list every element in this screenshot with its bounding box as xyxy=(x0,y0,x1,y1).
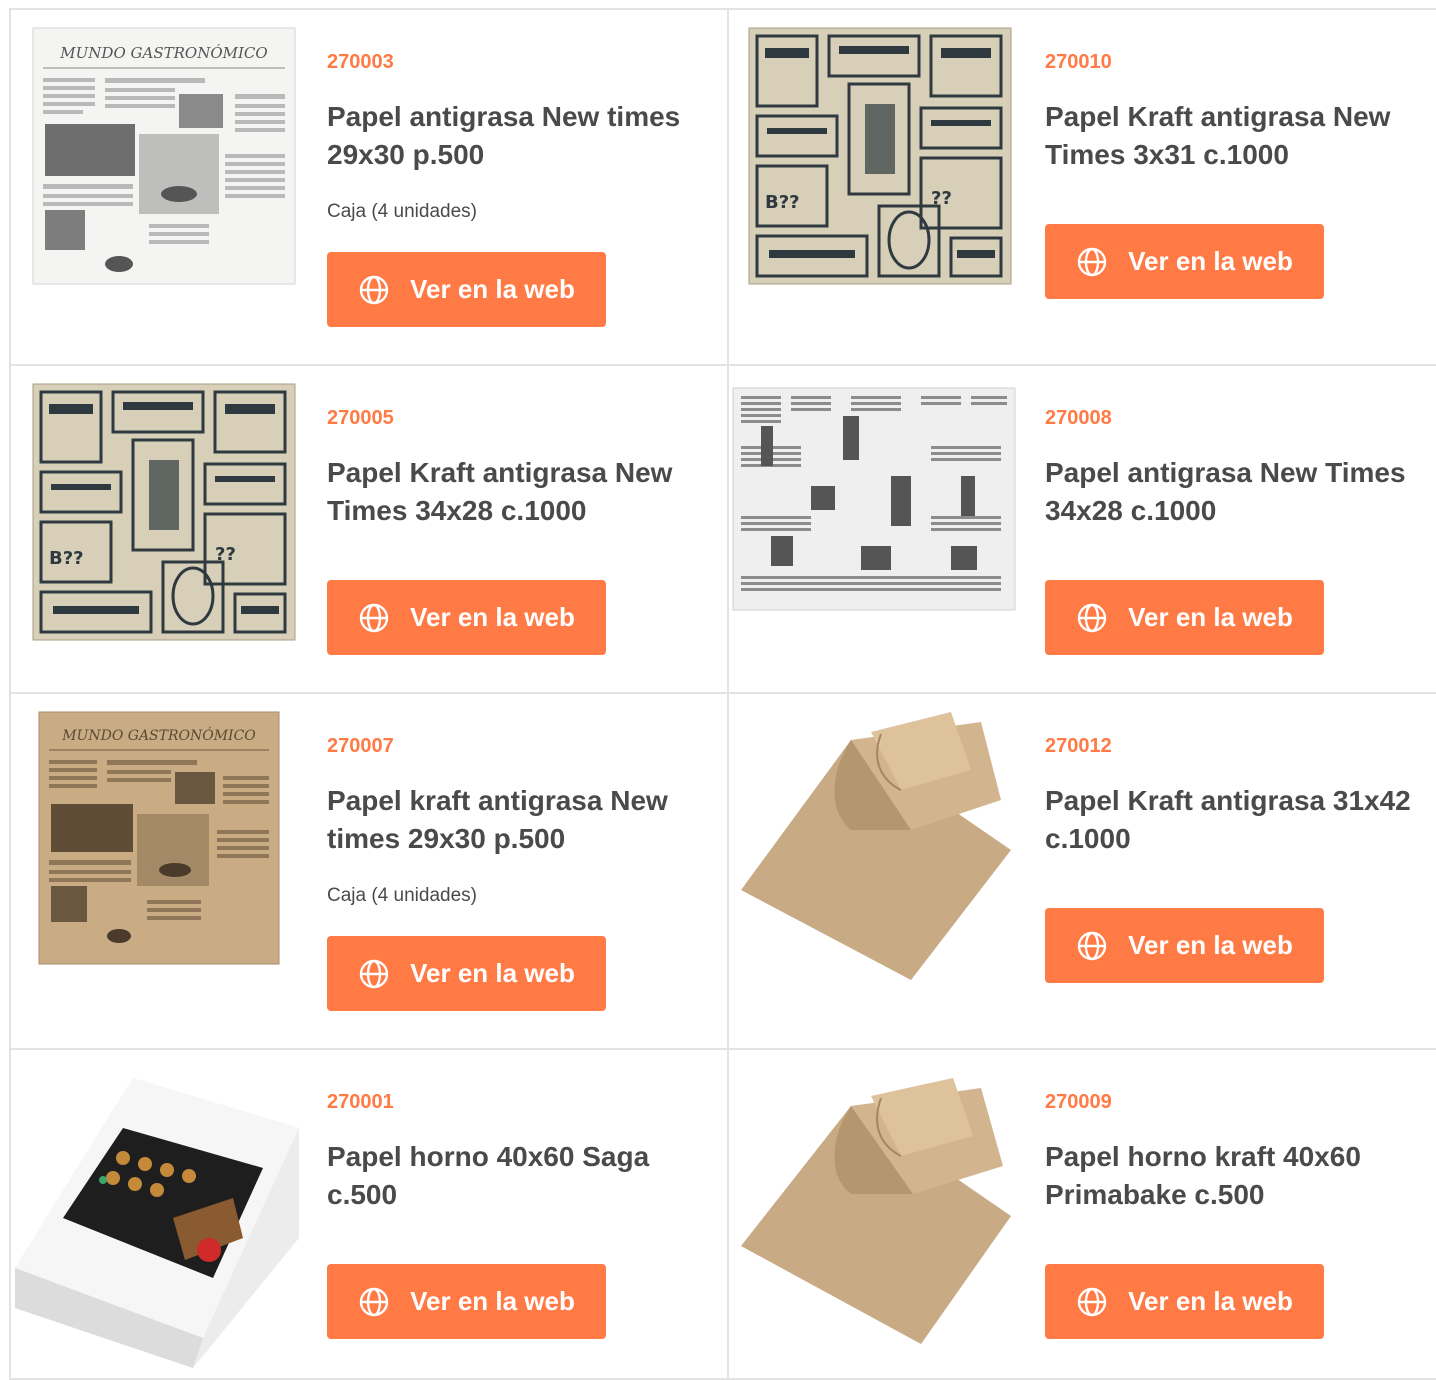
view-on-web-label: Ver en la web xyxy=(1128,930,1293,960)
product-image-baking-paper-box[interactable] xyxy=(13,1068,299,1368)
product-image-vintage-newspaper-white[interactable] xyxy=(731,386,1017,612)
view-on-web-button[interactable]: Ver en la web xyxy=(327,936,606,1011)
product-sku: 270010 xyxy=(1045,51,1112,73)
svg-text:B??: B?? xyxy=(765,192,800,213)
globe-icon xyxy=(359,959,389,988)
view-on-web-button[interactable]: Ver en la web xyxy=(327,252,606,327)
product-info: 270003 Papel antigrasa New times 29x30 p… xyxy=(327,50,707,224)
product-image-newspaper-white[interactable]: MUNDO GASTRONÓMICO xyxy=(29,24,299,286)
product-card: B?? ?? 270010 Papel Kraft antigrasa New … xyxy=(729,10,1436,366)
product-title[interactable]: Papel kraft antigrasa New times 29x30 p.… xyxy=(327,782,707,858)
view-on-web-label: Ver en la web xyxy=(410,602,575,632)
svg-text:??: ?? xyxy=(931,188,952,209)
product-info: 270010 Papel Kraft antigrasa New Times 3… xyxy=(1045,50,1418,174)
product-card: 270001 Papel horno 40x60 Saga c.500 Ver … xyxy=(11,1050,729,1380)
view-on-web-button[interactable]: Ver en la web xyxy=(1045,908,1324,983)
view-on-web-button[interactable]: Ver en la web xyxy=(1045,580,1324,655)
svg-text:??: ?? xyxy=(215,544,236,565)
product-unit: Caja (4 unidades) xyxy=(327,885,477,906)
product-title[interactable]: Papel horno kraft 40x60 Primabake c.500 xyxy=(1045,1138,1418,1214)
product-card: 270009 Papel horno kraft 40x60 Primabake… xyxy=(729,1050,1436,1380)
product-title[interactable]: Papel Kraft antigrasa New Times 3x31 c.1… xyxy=(1045,98,1418,174)
view-on-web-button[interactable]: Ver en la web xyxy=(1045,1264,1324,1339)
view-on-web-label: Ver en la web xyxy=(410,958,575,988)
view-on-web-button[interactable]: Ver en la web xyxy=(327,1264,606,1339)
globe-icon xyxy=(1077,247,1107,276)
product-title[interactable]: Papel antigrasa New Times 34x28 c.1000 xyxy=(1045,454,1418,530)
svg-text:B??: B?? xyxy=(49,548,84,569)
product-title[interactable]: Papel horno 40x60 Saga c.500 xyxy=(327,1138,707,1214)
product-info: 270012 Papel Kraft antigrasa 31x42 c.100… xyxy=(1045,734,1418,858)
view-on-web-label: Ver en la web xyxy=(410,274,575,304)
product-image-vintage-ads-kraft[interactable]: B?? ?? xyxy=(745,24,1015,286)
product-sku: 270001 xyxy=(327,1091,394,1113)
globe-icon xyxy=(1077,931,1107,960)
view-on-web-label: Ver en la web xyxy=(1128,602,1293,632)
product-info: 270001 Papel horno 40x60 Saga c.500 xyxy=(327,1090,707,1214)
globe-icon xyxy=(359,603,389,632)
view-on-web-label: Ver en la web xyxy=(410,1286,575,1316)
product-grid: MUNDO GASTRONÓMICO 270003 Papel antigras… xyxy=(9,8,1436,1380)
product-sku: 270007 xyxy=(327,735,394,757)
product-image-kraft-sheets[interactable] xyxy=(731,1076,1017,1346)
product-card: 270012 Papel Kraft antigrasa 31x42 c.100… xyxy=(729,694,1436,1050)
product-title[interactable]: Papel Kraft antigrasa 31x42 c.1000 xyxy=(1045,782,1418,858)
product-card: MUNDO GASTRONÓMICO 270007 Papel kraft an… xyxy=(11,694,729,1050)
globe-icon xyxy=(359,275,389,304)
product-sku: 270003 xyxy=(327,51,394,73)
masthead-text: MUNDO GASTRONÓMICO xyxy=(61,726,256,744)
product-info: 270007 Papel kraft antigrasa New times 2… xyxy=(327,734,707,908)
product-card: 270008 Papel antigrasa New Times 34x28 c… xyxy=(729,366,1436,694)
product-image-newspaper-kraft[interactable]: MUNDO GASTRONÓMICO xyxy=(37,710,281,966)
view-on-web-label: Ver en la web xyxy=(1128,246,1293,276)
product-unit: Caja (4 unidades) xyxy=(327,201,477,222)
globe-icon xyxy=(1077,1287,1107,1316)
product-sku: 270008 xyxy=(1045,407,1112,429)
product-card: MUNDO GASTRONÓMICO 270003 Papel antigras… xyxy=(11,10,729,366)
product-sku: 270009 xyxy=(1045,1091,1112,1113)
product-card: B?? ?? 270005 Papel Kraft antigrasa New … xyxy=(11,366,729,694)
globe-icon xyxy=(359,1287,389,1316)
product-sku: 270005 xyxy=(327,407,394,429)
product-image-vintage-ads-kraft[interactable]: B?? ?? xyxy=(29,380,299,642)
view-on-web-button[interactable]: Ver en la web xyxy=(327,580,606,655)
product-title[interactable]: Papel Kraft antigrasa New Times 34x28 c.… xyxy=(327,454,707,530)
svg-text:MUNDO GASTRONÓMICO: MUNDO GASTRONÓMICO xyxy=(59,44,267,62)
product-info: 270009 Papel horno kraft 40x60 Primabake… xyxy=(1045,1090,1418,1214)
view-on-web-button[interactable]: Ver en la web xyxy=(1045,224,1324,299)
product-image-kraft-sheets[interactable] xyxy=(731,710,1017,984)
product-info: 270005 Papel Kraft antigrasa New Times 3… xyxy=(327,406,707,530)
product-info: 270008 Papel antigrasa New Times 34x28 c… xyxy=(1045,406,1418,530)
globe-icon xyxy=(1077,603,1107,632)
product-sku: 270012 xyxy=(1045,735,1112,757)
view-on-web-label: Ver en la web xyxy=(1128,1286,1293,1316)
product-title[interactable]: Papel antigrasa New times 29x30 p.500 xyxy=(327,98,707,174)
